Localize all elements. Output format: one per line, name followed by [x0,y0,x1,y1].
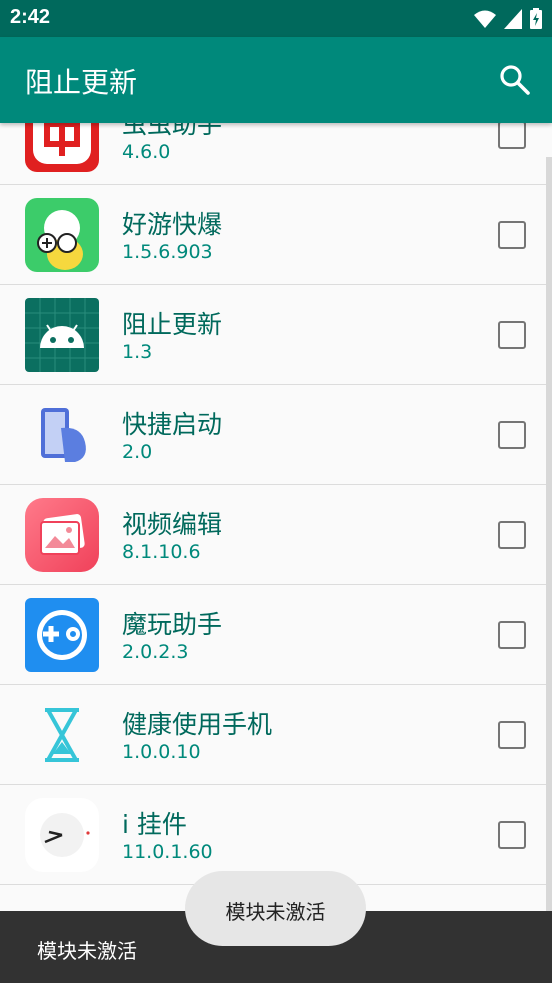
checkbox[interactable] [498,221,526,249]
page-title: 阻止更新 [25,66,138,99]
signal-icon [504,8,522,29]
checkbox[interactable] [498,621,526,649]
app-name: 好游快爆 [122,210,223,239]
partial-icon [25,898,99,911]
list-item[interactable]: i 挂件 11.0.1.60 [0,785,552,885]
list-item[interactable]: 快捷启动 2.0 [0,385,552,485]
search-icon [500,65,530,95]
app-name: i 挂件 [122,810,187,839]
search-button[interactable] [498,63,532,97]
app-name: 健康使用手机 [122,710,273,739]
phone-hand-icon [25,398,99,472]
list-item[interactable]: 魔玩助手 2.0.2.3 [0,585,552,685]
checkbox[interactable] [498,321,526,349]
list-item[interactable]: 视频编辑 8.1.10.6 [0,485,552,585]
snackbar-text: 模块未激活 [37,939,137,963]
checkbox[interactable] [498,421,526,449]
app-version: 8.1.10.6 [122,541,201,563]
checkbox[interactable] [498,821,526,849]
app-bar: 阻止更新 [0,37,552,123]
toast: 模块未激活 [185,871,366,946]
app-name: 视频编辑 [122,510,223,539]
app-version: 2.0.2.3 [122,641,189,663]
mowan-icon [25,598,99,672]
checkbox[interactable] [498,721,526,749]
checkbox[interactable] [498,521,526,549]
checkbox[interactable] [498,123,526,149]
app-name: 虫虫助手 [122,123,223,139]
app-name: 魔玩助手 [122,610,223,639]
app-name: 阻止更新 [122,310,223,339]
status-bar: 2:42 [0,0,552,37]
status-icons [474,8,542,29]
app-version: 11.0.1.60 [122,841,213,863]
app-name: 快捷启动 [122,410,223,439]
battery-icon [530,8,542,29]
toast-text: 模块未激活 [225,900,326,924]
app-version: 4.6.0 [122,141,171,163]
app-version: 1.0.0.10 [122,741,201,763]
scrollbar[interactable] [546,157,552,911]
status-time: 2:42 [10,6,51,28]
wifi-icon [474,10,496,28]
app-version: 1.5.6.903 [122,241,213,263]
list-item[interactable]: 好游快爆 1.5.6.903 [0,185,552,285]
list-item[interactable]: 阻止更新 1.3 [0,285,552,385]
list-item[interactable]: 虫虫助手 4.6.0 [0,123,552,185]
android-icon [25,298,99,372]
app-version: 1.3 [122,341,153,363]
photo-icon [25,498,99,572]
list-item[interactable]: 健康使用手机 1.0.0.10 [0,685,552,785]
chongchong-icon [25,123,99,172]
app-version: 2.0 [122,441,153,463]
haoyou-icon [25,198,99,272]
clock-widget-icon [25,798,99,872]
app-list: 虫虫助手 4.6.0 好游快爆 1.5.6.903 阻止更新 1.3 快捷启动 … [0,123,552,911]
hourglass-icon [25,698,99,772]
